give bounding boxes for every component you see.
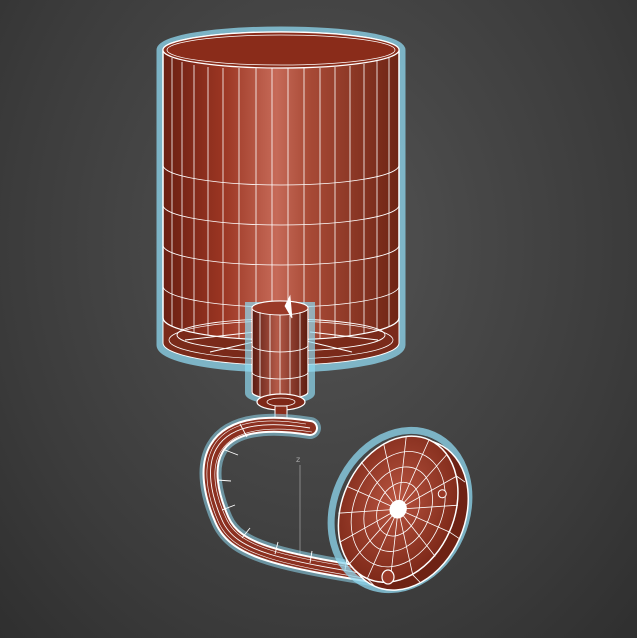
- wall-plate[interactable]: [306, 408, 493, 612]
- 3d-viewport[interactable]: z: [0, 0, 637, 638]
- lamp-socket[interactable]: [245, 294, 315, 429]
- z-axis-label: z: [296, 455, 301, 464]
- lamp-shade-top-rim: [162, 31, 400, 69]
- arm-end-joint: [381, 569, 395, 585]
- viewport-scene[interactable]: [0, 0, 637, 638]
- lamp-socket-wireframe: [251, 312, 309, 399]
